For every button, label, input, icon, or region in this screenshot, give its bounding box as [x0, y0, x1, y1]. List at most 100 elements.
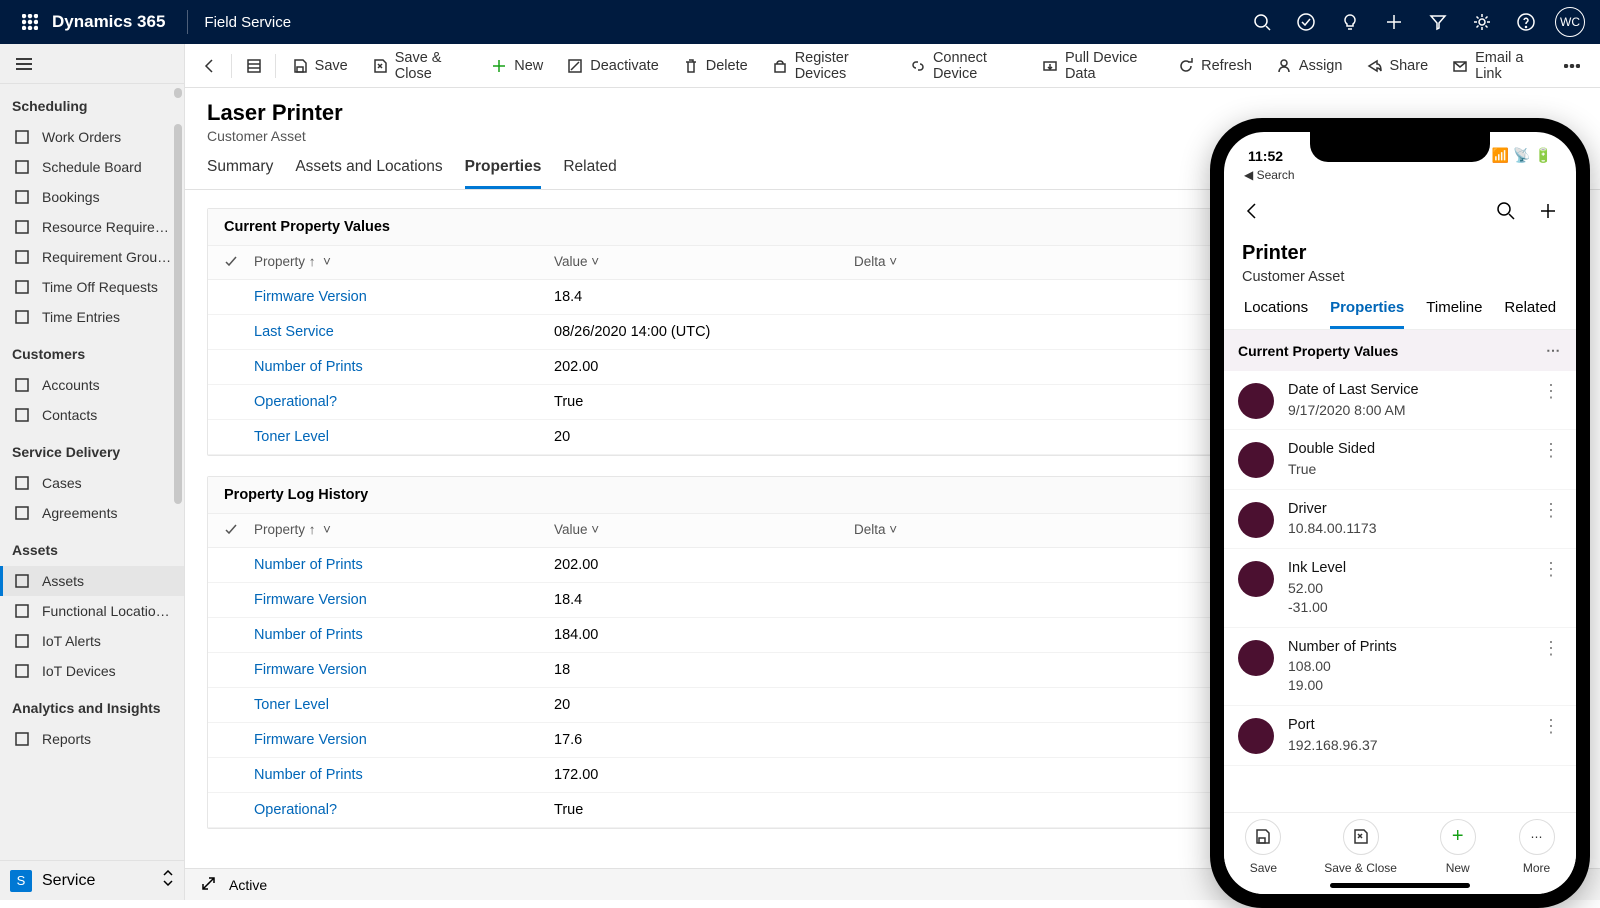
expand-icon[interactable]: [201, 876, 215, 893]
item-more-icon[interactable]: ⋮: [1540, 381, 1562, 402]
sidebar-item-work-orders[interactable]: Work Orders: [0, 122, 184, 152]
phone-list-item[interactable]: Ink Level52.00-31.00⋮: [1224, 549, 1576, 627]
property-link[interactable]: Toner Level: [254, 697, 554, 713]
sidebar-item-agreements[interactable]: Agreements: [0, 498, 184, 528]
sidebar-item-reports[interactable]: Reports: [0, 724, 184, 754]
sidebar-item-time-off-requests[interactable]: Time Off Requests: [0, 272, 184, 302]
more-commands-button[interactable]: [1552, 44, 1592, 88]
column-property[interactable]: Property ↑ ˅: [254, 254, 554, 271]
search-icon[interactable]: [1496, 201, 1516, 226]
property-link[interactable]: Firmware Version: [254, 662, 554, 678]
new-button[interactable]: New: [479, 44, 555, 88]
sidebar-item-functional-locatio-[interactable]: Functional Locatio…: [0, 596, 184, 626]
scroll-up-arrow[interactable]: [174, 88, 182, 98]
filter-icon[interactable]: [1416, 0, 1460, 44]
tab-assets-and-locations[interactable]: Assets and Locations: [295, 158, 442, 189]
pull-device-data-button[interactable]: Pull Device Data: [1030, 44, 1166, 88]
property-link[interactable]: Operational?: [254, 802, 554, 818]
property-link[interactable]: Toner Level: [254, 429, 554, 445]
user-avatar[interactable]: WC: [1548, 0, 1592, 44]
help-icon[interactable]: [1504, 0, 1548, 44]
phone-tab-timeline[interactable]: Timeline: [1426, 299, 1482, 329]
sidebar-item-contacts[interactable]: Contacts: [0, 400, 184, 430]
property-link[interactable]: Number of Prints: [254, 767, 554, 783]
brand-label[interactable]: Dynamics 365: [52, 12, 165, 32]
sidebar-item-time-entries[interactable]: Time Entries: [0, 302, 184, 332]
save-button[interactable]: Save: [280, 44, 360, 88]
sidebar-item-iot-alerts[interactable]: IoT Alerts: [0, 626, 184, 656]
phone-more-button[interactable]: ⋯More: [1519, 819, 1555, 875]
item-more-icon[interactable]: ⋮: [1540, 500, 1562, 521]
sidebar-item-resource-require-[interactable]: Resource Require…: [0, 212, 184, 242]
column-value[interactable]: Value ˅: [554, 522, 854, 539]
sidebar-item-assets[interactable]: Assets: [0, 566, 184, 596]
back-button[interactable]: [193, 44, 227, 88]
checkmark-icon[interactable]: [224, 522, 254, 539]
plus-icon[interactable]: [1372, 0, 1416, 44]
phone-save-close-button[interactable]: Save & Close: [1324, 819, 1397, 875]
property-link[interactable]: Firmware Version: [254, 732, 554, 748]
item-more-icon[interactable]: ⋮: [1540, 440, 1562, 461]
phone-list-item[interactable]: Number of Prints108.0019.00⋮: [1224, 628, 1576, 706]
phone-tab-related[interactable]: Related: [1504, 299, 1556, 329]
column-property[interactable]: Property ↑ ˅: [254, 522, 554, 539]
gear-icon[interactable]: [1460, 0, 1504, 44]
sidebar-item-bookings[interactable]: Bookings: [0, 182, 184, 212]
sidebar-item-requirement-grou-[interactable]: Requirement Grou…: [0, 242, 184, 272]
search-icon[interactable]: [1240, 0, 1284, 44]
property-link[interactable]: Operational?: [254, 394, 554, 410]
property-avatar: [1238, 561, 1274, 597]
property-link[interactable]: Number of Prints: [254, 627, 554, 643]
property-link[interactable]: Number of Prints: [254, 359, 554, 375]
property-link[interactable]: Firmware Version: [254, 289, 554, 305]
register-devices-button[interactable]: Register Devices: [760, 44, 898, 88]
phone-list-item[interactable]: Driver10.84.00.1173⋮: [1224, 490, 1576, 549]
phone-tabs: Locations Properties Timeline Related: [1224, 289, 1576, 330]
hamburger-icon[interactable]: [0, 44, 184, 84]
item-more-icon[interactable]: ⋮: [1540, 559, 1562, 580]
email-link-button[interactable]: Email a Link: [1440, 44, 1552, 88]
refresh-button[interactable]: Refresh: [1166, 44, 1264, 88]
phone-list-item[interactable]: Date of Last Service9/17/2020 8:00 AM⋮: [1224, 371, 1576, 430]
checkmark-icon[interactable]: [224, 254, 254, 271]
tab-related[interactable]: Related: [563, 158, 616, 189]
save-close-button[interactable]: Save & Close: [360, 44, 480, 88]
property-link[interactable]: Number of Prints: [254, 557, 554, 573]
scrollbar-thumb[interactable]: [174, 124, 182, 504]
tab-summary[interactable]: Summary: [207, 158, 273, 189]
share-icon: [1366, 58, 1382, 74]
property-avatar: [1238, 640, 1274, 676]
column-value[interactable]: Value ˅: [554, 254, 854, 271]
phone-new-button[interactable]: +New: [1440, 819, 1476, 875]
connect-device-button[interactable]: Connect Device: [898, 44, 1030, 88]
item-more-icon[interactable]: ⋮: [1540, 638, 1562, 659]
sidebar-item-accounts[interactable]: Accounts: [0, 370, 184, 400]
app-label[interactable]: Field Service: [204, 14, 291, 31]
phone-save-button[interactable]: Save: [1245, 819, 1281, 875]
phone-list-item[interactable]: Double SidedTrue⋮: [1224, 430, 1576, 489]
nav-item-icon: [12, 407, 32, 423]
assign-button[interactable]: Assign: [1264, 44, 1355, 88]
sidebar-area-switcher[interactable]: S Service: [0, 860, 184, 900]
property-link[interactable]: Last Service: [254, 324, 554, 340]
lightbulb-icon[interactable]: [1328, 0, 1372, 44]
task-icon[interactable]: [1284, 0, 1328, 44]
back-icon[interactable]: [1242, 201, 1262, 226]
property-link[interactable]: Firmware Version: [254, 592, 554, 608]
list-view-icon[interactable]: [236, 44, 270, 88]
sidebar-item-schedule-board[interactable]: Schedule Board: [0, 152, 184, 182]
delete-button[interactable]: Delete: [671, 44, 760, 88]
plus-icon[interactable]: [1538, 201, 1558, 226]
phone-search-hint[interactable]: ◀ Search: [1224, 166, 1576, 188]
phone-list-item[interactable]: Port192.168.96.37⋮: [1224, 706, 1576, 765]
waffle-icon[interactable]: [8, 0, 52, 44]
more-icon[interactable]: ⋯: [1546, 342, 1562, 359]
phone-tab-properties[interactable]: Properties: [1330, 299, 1404, 329]
item-more-icon[interactable]: ⋮: [1540, 716, 1562, 737]
deactivate-button[interactable]: Deactivate: [555, 44, 671, 88]
sidebar-item-iot-devices[interactable]: IoT Devices: [0, 656, 184, 686]
tab-properties[interactable]: Properties: [465, 158, 542, 189]
share-button[interactable]: Share: [1354, 44, 1440, 88]
phone-tab-locations[interactable]: Locations: [1244, 299, 1308, 329]
sidebar-item-cases[interactable]: Cases: [0, 468, 184, 498]
